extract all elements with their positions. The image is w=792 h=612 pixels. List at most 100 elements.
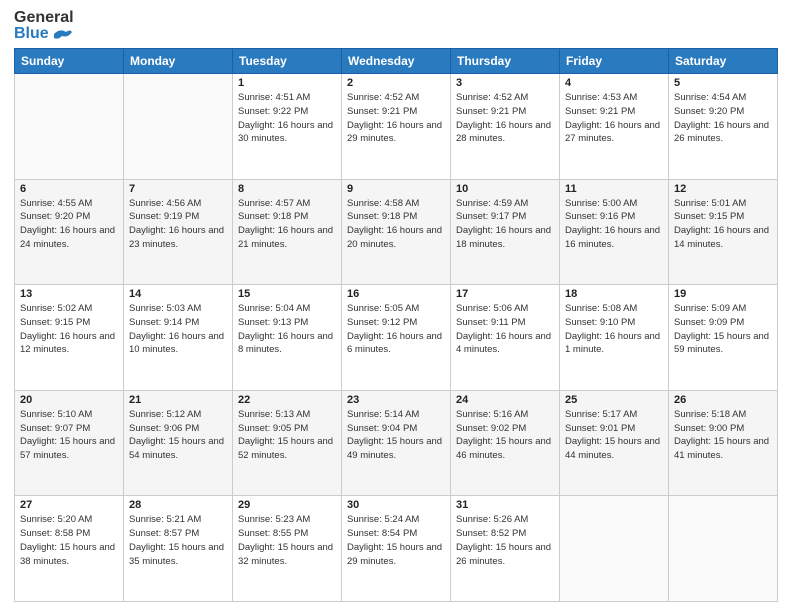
calendar-cell: 4 Sunrise: 4:53 AM Sunset: 9:21 PM Daylig…: [560, 74, 669, 180]
day-number: 22: [238, 394, 336, 406]
calendar-cell: 6 Sunrise: 4:55 AM Sunset: 9:20 PM Daylig…: [15, 179, 124, 285]
day-number: 13: [20, 288, 118, 300]
day-number: 4: [565, 77, 663, 89]
calendar-cell: 14Sunrise: 5:03 AM Sunset: 9:14 PM Dayli…: [124, 285, 233, 391]
day-number: 18: [565, 288, 663, 300]
page: GeneralBlue SundayMondayTuesdayWednesday…: [0, 0, 792, 612]
calendar-cell: 10 Sunrise: 4:59 AM Sunset: 9:17 PM Dayli…: [451, 179, 560, 285]
calendar-cell: 12Sunrise: 5:01 AM Sunset: 9:15 PM Dayli…: [669, 179, 778, 285]
day-info: Sunrise: 5:17 AM Sunset: 9:01 PM Dayligh…: [565, 408, 663, 463]
day-info: Sunrise: 5:14 AM Sunset: 9:04 PM Dayligh…: [347, 408, 445, 463]
calendar-cell: 22 Sunrise: 5:13 AM Sunset: 9:05 PM Dayli…: [233, 390, 342, 496]
calendar-week-4: 20 Sunrise: 5:10 AM Sunset: 9:07 PM Dayli…: [15, 390, 778, 496]
calendar-cell: 5 Sunrise: 4:54 AM Sunset: 9:20 PM Daylig…: [669, 74, 778, 180]
calendar-week-1: 1 Sunrise: 4:51 AM Sunset: 9:22 PM Daylig…: [15, 74, 778, 180]
logo-general: General: [14, 10, 74, 26]
calendar-cell: 21 Sunrise: 5:12 AM Sunset: 9:06 PM Dayli…: [124, 390, 233, 496]
calendar-cell: 27Sunrise: 5:20 AM Sunset: 8:58 PM Dayli…: [15, 496, 124, 602]
day-number: 5: [674, 77, 772, 89]
calendar-cell: 17 Sunrise: 5:06 AM Sunset: 9:11 PM Dayli…: [451, 285, 560, 391]
day-info: Sunrise: 4:51 AM Sunset: 9:22 PM Dayligh…: [238, 91, 336, 146]
day-info: Sunrise: 5:18 AM Sunset: 9:00 PM Dayligh…: [674, 408, 772, 463]
weekday-header-friday: Friday: [560, 49, 669, 74]
day-info: Sunrise: 5:24 AM Sunset: 8:54 PM Dayligh…: [347, 513, 445, 568]
calendar-cell: 1 Sunrise: 4:51 AM Sunset: 9:22 PM Daylig…: [233, 74, 342, 180]
weekday-header-sunday: Sunday: [15, 49, 124, 74]
day-info: Sunrise: 4:55 AM Sunset: 9:20 PM Dayligh…: [20, 197, 118, 252]
calendar-week-3: 13Sunrise: 5:02 AM Sunset: 9:15 PM Dayli…: [15, 285, 778, 391]
day-info: Sunrise: 5:06 AM Sunset: 9:11 PM Dayligh…: [456, 302, 554, 357]
calendar-cell: 28Sunrise: 5:21 AM Sunset: 8:57 PM Dayli…: [124, 496, 233, 602]
logo-bird-icon: [52, 26, 72, 42]
calendar-cell: 3 Sunrise: 4:52 AM Sunset: 9:21 PM Daylig…: [451, 74, 560, 180]
day-number: 30: [347, 499, 445, 511]
day-info: Sunrise: 5:12 AM Sunset: 9:06 PM Dayligh…: [129, 408, 227, 463]
day-number: 21: [129, 394, 227, 406]
day-number: 31: [456, 499, 554, 511]
day-number: 12: [674, 183, 772, 195]
weekday-header-thursday: Thursday: [451, 49, 560, 74]
header: GeneralBlue: [14, 10, 778, 42]
calendar-header-row: SundayMondayTuesdayWednesdayThursdayFrid…: [15, 49, 778, 74]
day-number: 28: [129, 499, 227, 511]
day-number: 29: [238, 499, 336, 511]
day-number: 3: [456, 77, 554, 89]
day-info: Sunrise: 5:08 AM Sunset: 9:10 PM Dayligh…: [565, 302, 663, 357]
calendar-cell: [560, 496, 669, 602]
calendar-cell: 20 Sunrise: 5:10 AM Sunset: 9:07 PM Dayli…: [15, 390, 124, 496]
calendar-cell: 18 Sunrise: 5:08 AM Sunset: 9:10 PM Dayli…: [560, 285, 669, 391]
calendar-cell: 7 Sunrise: 4:56 AM Sunset: 9:19 PM Daylig…: [124, 179, 233, 285]
day-number: 7: [129, 183, 227, 195]
day-info: Sunrise: 4:52 AM Sunset: 9:21 PM Dayligh…: [456, 91, 554, 146]
day-info: Sunrise: 5:23 AM Sunset: 8:55 PM Dayligh…: [238, 513, 336, 568]
weekday-header-wednesday: Wednesday: [342, 49, 451, 74]
weekday-header-saturday: Saturday: [669, 49, 778, 74]
day-info: Sunrise: 4:58 AM Sunset: 9:18 PM Dayligh…: [347, 197, 445, 252]
calendar-cell: 9Sunrise: 4:58 AM Sunset: 9:18 PM Daylig…: [342, 179, 451, 285]
calendar-cell: 25 Sunrise: 5:17 AM Sunset: 9:01 PM Dayli…: [560, 390, 669, 496]
day-number: 20: [20, 394, 118, 406]
day-info: Sunrise: 4:56 AM Sunset: 9:19 PM Dayligh…: [129, 197, 227, 252]
day-info: Sunrise: 5:09 AM Sunset: 9:09 PM Dayligh…: [674, 302, 772, 357]
calendar-week-2: 6 Sunrise: 4:55 AM Sunset: 9:20 PM Daylig…: [15, 179, 778, 285]
day-number: 1: [238, 77, 336, 89]
calendar-cell: 19Sunrise: 5:09 AM Sunset: 9:09 PM Dayli…: [669, 285, 778, 391]
day-info: Sunrise: 4:57 AM Sunset: 9:18 PM Dayligh…: [238, 197, 336, 252]
day-number: 23: [347, 394, 445, 406]
calendar-cell: [15, 74, 124, 180]
day-number: 27: [20, 499, 118, 511]
logo-blue-text: Blue: [14, 26, 49, 42]
day-number: 25: [565, 394, 663, 406]
day-info: Sunrise: 5:03 AM Sunset: 9:14 PM Dayligh…: [129, 302, 227, 357]
calendar-cell: 13Sunrise: 5:02 AM Sunset: 9:15 PM Dayli…: [15, 285, 124, 391]
day-number: 26: [674, 394, 772, 406]
logo: GeneralBlue: [14, 10, 74, 42]
day-info: Sunrise: 4:53 AM Sunset: 9:21 PM Dayligh…: [565, 91, 663, 146]
calendar-table: SundayMondayTuesdayWednesdayThursdayFrid…: [14, 48, 778, 602]
calendar-week-5: 27Sunrise: 5:20 AM Sunset: 8:58 PM Dayli…: [15, 496, 778, 602]
calendar-cell: 11 Sunrise: 5:00 AM Sunset: 9:16 PM Dayli…: [560, 179, 669, 285]
day-number: 11: [565, 183, 663, 195]
weekday-header-monday: Monday: [124, 49, 233, 74]
day-number: 15: [238, 288, 336, 300]
day-info: Sunrise: 5:00 AM Sunset: 9:16 PM Dayligh…: [565, 197, 663, 252]
day-info: Sunrise: 4:59 AM Sunset: 9:17 PM Dayligh…: [456, 197, 554, 252]
day-number: 10: [456, 183, 554, 195]
calendar-cell: [124, 74, 233, 180]
day-info: Sunrise: 4:54 AM Sunset: 9:20 PM Dayligh…: [674, 91, 772, 146]
calendar-cell: 15 Sunrise: 5:04 AM Sunset: 9:13 PM Dayli…: [233, 285, 342, 391]
calendar-cell: 26 Sunrise: 5:18 AM Sunset: 9:00 PM Dayli…: [669, 390, 778, 496]
day-info: Sunrise: 5:10 AM Sunset: 9:07 PM Dayligh…: [20, 408, 118, 463]
calendar-cell: 23 Sunrise: 5:14 AM Sunset: 9:04 PM Dayli…: [342, 390, 451, 496]
day-number: 17: [456, 288, 554, 300]
day-info: Sunrise: 5:05 AM Sunset: 9:12 PM Dayligh…: [347, 302, 445, 357]
calendar-cell: 31Sunrise: 5:26 AM Sunset: 8:52 PM Dayli…: [451, 496, 560, 602]
day-info: Sunrise: 4:52 AM Sunset: 9:21 PM Dayligh…: [347, 91, 445, 146]
day-number: 6: [20, 183, 118, 195]
day-info: Sunrise: 5:04 AM Sunset: 9:13 PM Dayligh…: [238, 302, 336, 357]
calendar-cell: 30 Sunrise: 5:24 AM Sunset: 8:54 PM Dayli…: [342, 496, 451, 602]
day-number: 24: [456, 394, 554, 406]
day-info: Sunrise: 5:13 AM Sunset: 9:05 PM Dayligh…: [238, 408, 336, 463]
day-number: 16: [347, 288, 445, 300]
calendar-cell: 8Sunrise: 4:57 AM Sunset: 9:18 PM Daylig…: [233, 179, 342, 285]
